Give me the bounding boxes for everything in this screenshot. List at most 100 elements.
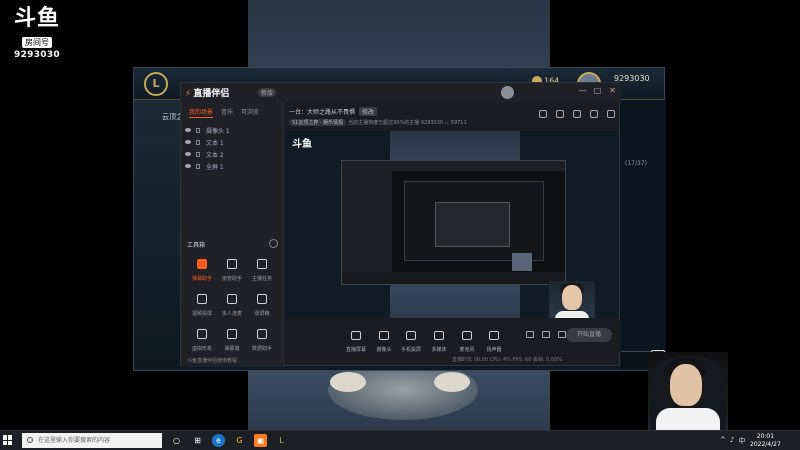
tool-multi-mic[interactable]: 多人连麦	[217, 289, 247, 317]
tool-admin[interactable]: 房管助手	[217, 254, 247, 282]
streamer-camera	[648, 352, 728, 430]
data-icon	[257, 329, 267, 339]
tool-record[interactable]: 录屏精	[247, 289, 277, 317]
close-button[interactable]: ✕	[608, 86, 617, 95]
record-icon	[257, 294, 267, 304]
lol-icon[interactable]: L	[275, 434, 288, 447]
eye-icon[interactable]	[185, 128, 191, 132]
room-label: 房间号	[22, 37, 52, 48]
camera-pip[interactable]	[549, 281, 595, 318]
lock-icon[interactable]	[196, 139, 200, 145]
eye-icon[interactable]	[185, 164, 191, 168]
toolbox-grid: 弹幕助手 房管助手 主播任务 视频投屏 多人连麦 录屏精 虚拟形象 弹幕墙 数据…	[187, 254, 279, 352]
sidebar: 我的场景 音乐 可浏览 摄像头 1 文本 1 文本 2 全屏 1 工具箱 弹幕助…	[181, 102, 284, 367]
tab-browse[interactable]: 可浏览	[241, 107, 259, 118]
message-icon[interactable]	[573, 110, 581, 118]
control-bar: 直播屏幕 摄像头 手机投屏 多媒体 麦克风 扬声器 开始直播	[284, 320, 621, 353]
mic-button[interactable]: 麦克风	[453, 325, 481, 353]
app-titlebar: ⚡ 直播伴侣 新版 — □ ✕	[181, 83, 621, 102]
danmaku-icon	[197, 259, 207, 269]
lock-icon[interactable]	[196, 127, 200, 133]
tab-music[interactable]: 音乐	[221, 107, 233, 118]
bolt-icon: ⚡	[185, 89, 192, 99]
top-toolbar	[539, 110, 615, 118]
tool-task[interactable]: 主播任务	[247, 254, 277, 282]
lol-logo-icon[interactable]: L	[144, 72, 168, 96]
tutorial-link[interactable]: 斗鱼直播伴侣使用教程	[187, 357, 237, 364]
phone-icon	[406, 331, 416, 340]
speaker-button[interactable]: 扬声器	[480, 325, 508, 353]
douyu-logo: 斗鱼 房间号 9293030	[14, 6, 60, 60]
user-avatar[interactable]	[501, 86, 514, 99]
taskbar-apps: ○ ⊞ e G ▣ L	[170, 434, 288, 447]
camera-icon	[379, 331, 389, 340]
camera-button[interactable]: 摄像头	[370, 325, 398, 353]
video-icon[interactable]	[526, 331, 534, 338]
tools-header: 工具箱	[187, 242, 206, 249]
bag-icon[interactable]	[539, 110, 547, 118]
douyu-logo-text: 斗鱼	[14, 5, 61, 31]
admin-icon	[227, 259, 237, 269]
screen-button[interactable]: 直播屏幕	[342, 325, 370, 353]
screen-icon	[351, 331, 361, 340]
gear-icon[interactable]	[558, 331, 566, 338]
task-icon	[257, 259, 267, 269]
live-companion-icon[interactable]: ▣	[254, 434, 267, 447]
media-icon	[434, 331, 444, 340]
status-bar: 直播时长 00:00 CPU: 4% FPS: 60 丢帧: 0.00%	[452, 357, 562, 363]
lock-icon[interactable]	[196, 151, 200, 157]
search-icon	[27, 437, 33, 443]
scene-paws	[330, 368, 500, 408]
phone-cast-button[interactable]: 手机投屏	[397, 325, 425, 353]
layer-item[interactable]: 文本 1	[181, 136, 283, 148]
share-icon[interactable]	[607, 110, 615, 118]
settings-icon[interactable]	[590, 110, 598, 118]
start-live-button[interactable]: 开始直播	[566, 328, 612, 342]
mirror-icon[interactable]	[542, 331, 550, 338]
task-view-icon[interactable]: ○	[170, 434, 183, 447]
multi-mic-icon	[227, 294, 237, 304]
cast-icon	[197, 294, 207, 304]
layer-list: 摄像头 1 文本 1 文本 2 全屏 1	[181, 118, 283, 172]
layer-item[interactable]: 文本 2	[181, 148, 283, 160]
taskbar-search-input[interactable]: 在这里输入你要搜索的内容	[22, 433, 162, 448]
live-companion-window: ⚡ 直播伴侣 新版 — □ ✕ 我的场景 音乐 可浏览 摄像头 1 文本 1 文本…	[180, 82, 621, 367]
tool-cast[interactable]: 视频投屏	[187, 289, 217, 317]
edge-icon[interactable]: e	[212, 434, 225, 447]
preview-douyu-logo: 斗鱼	[292, 139, 312, 150]
lock-icon[interactable]	[196, 163, 200, 169]
widgets-icon[interactable]: ⊞	[191, 434, 204, 447]
room-title-row: 一台：大师之路从不畏惧 修改	[289, 107, 378, 116]
layer-item[interactable]: 全屏 1	[181, 160, 283, 172]
volume-icon[interactable]: ♪	[730, 436, 734, 446]
tool-avatar[interactable]: 虚拟形象	[187, 324, 217, 352]
ime-icon[interactable]: 中	[738, 436, 745, 446]
room-number: 9293030	[14, 50, 60, 60]
more-icon[interactable]	[269, 239, 278, 248]
tool-data[interactable]: 数据助手	[247, 324, 277, 352]
maximize-button[interactable]: □	[593, 86, 602, 95]
lol-right-text: (17/37)	[625, 160, 647, 167]
layer-item[interactable]: 摄像头 1	[181, 124, 283, 136]
minimize-button[interactable]: —	[578, 86, 587, 95]
lol-left-panel: 云顶之	[134, 100, 183, 370]
nested-preview-window: 直播伴侣	[341, 160, 566, 285]
room-title: 一台：大师之路从不畏惧	[289, 109, 356, 116]
tool-wall[interactable]: 弹幕墙	[217, 324, 247, 352]
room-meta: S1云顶之弈 · 娱乐情报 当前主播热度已超过90%的主播 9293030 ♨ 5…	[289, 119, 467, 126]
browser-icon[interactable]: G	[233, 434, 246, 447]
category-chip[interactable]: S1云顶之弈 · 娱乐情报	[289, 119, 347, 126]
tool-danmaku[interactable]: 弹幕助手	[187, 254, 217, 282]
media-button[interactable]: 多媒体	[425, 325, 453, 353]
avatar-icon	[197, 329, 207, 339]
eye-icon[interactable]	[185, 152, 191, 156]
stream-preview[interactable]: 斗鱼 直播伴侣	[286, 131, 619, 318]
tray-expand-icon[interactable]: ^	[720, 436, 726, 446]
windows-start-icon[interactable]	[3, 435, 13, 445]
clock[interactable]: 20:01 2022/4/27	[750, 433, 781, 449]
edit-title-button[interactable]: 修改	[359, 107, 378, 116]
eye-icon[interactable]	[185, 140, 191, 144]
wall-icon	[227, 329, 237, 339]
gift-icon[interactable]	[556, 110, 564, 118]
tab-scenes[interactable]: 我的场景	[189, 107, 214, 118]
